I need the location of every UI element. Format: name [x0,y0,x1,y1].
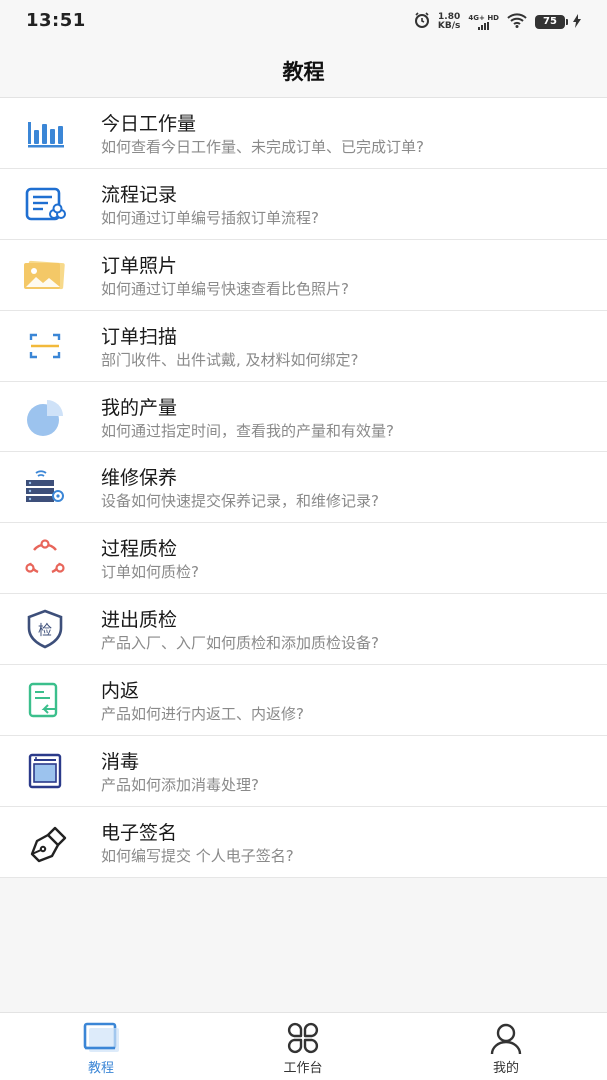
charging-icon [573,13,581,32]
tutorial-item-process-qc[interactable]: 过程质检 订单如何质检? [0,523,607,595]
cycle-icon [22,537,68,579]
process-record-icon [22,183,68,225]
shield-check-icon: 检 [22,608,68,650]
tutorial-title: 订单照片 [101,254,178,277]
cellular-signal: 4G+ HD [468,14,499,30]
tutorial-description: 如何编写提交 个人电子签名? [101,846,294,865]
tutorial-item-order-photos[interactable]: 订单照片 如何通过订单编号快速查看比色照片? [0,239,607,311]
navigation-bar: 教程 [0,44,607,98]
status-time: 13:51 [26,10,86,31]
tab-label: 我的 [492,1061,519,1076]
tutorial-book-icon [81,1021,121,1055]
page-title: 教程 [282,60,325,84]
signature-pen-icon [22,821,68,863]
tutorial-item-workload[interactable]: 今日工作量 如何查看今日工作量、未完成订单、已完成订单? [0,98,607,169]
tutorial-description: 设备如何快速提交保养记录，和维修记录? [101,492,379,511]
network-speed: 1.80 KB/s [438,13,460,31]
status-indicators: 1.80 KB/s 4G+ HD 75 [414,12,581,32]
status-bar: 13:51 1.80 KB/s 4G+ HD 75 [0,0,607,44]
tutorial-item-order-scan[interactable]: 订单扫描 部门收件、出件试戴, 及材料如何绑定? [0,310,607,382]
tutorial-title: 维修保养 [101,467,178,490]
tutorial-title: 消毒 [101,751,140,774]
signal-bars-icon [478,22,490,30]
tutorial-description: 如何查看今日工作量、未完成订单、已完成订单? [101,138,424,156]
photo-icon [22,254,68,296]
shield-glyph: 检 [38,623,52,639]
tab-tutorial[interactable]: 教程 [0,1013,202,1080]
tutorial-description: 部门收件、出件试戴, 及材料如何绑定? [101,350,359,369]
tutorial-title: 我的产量 [101,396,178,419]
tutorial-item-internal-return[interactable]: 内返 产品如何进行内返工、内返修? [0,665,607,737]
tutorial-item-process-record[interactable]: 流程记录 如何通过订单编号插叙订单流程? [0,168,607,240]
alarm-icon [414,12,430,32]
scan-icon [22,325,68,367]
tutorial-item-maintenance[interactable]: 维修保养 设备如何快速提交保养记录，和维修记录? [0,452,607,524]
sterilizer-icon [22,750,68,792]
profile-icon [486,1021,526,1055]
server-maintenance-icon [22,466,68,508]
tutorial-title: 内返 [101,680,140,703]
bottom-tab-bar: 教程 工作台 我的 [0,1012,607,1080]
tab-label: 工作台 [283,1061,323,1076]
tutorial-title: 电子签名 [101,821,178,844]
tutorial-title: 流程记录 [101,183,178,206]
pie-chart-icon [22,396,68,438]
tutorial-title: 订单扫描 [101,325,178,348]
tab-workbench[interactable]: 工作台 [202,1013,404,1080]
tutorial-description: 如何通过订单编号插叙订单流程? [101,208,319,227]
tutorial-item-my-output[interactable]: 我的产量 如何通过指定时间，查看我的产量和有效量? [0,381,607,453]
network-speed-unit: KB/s [437,21,461,31]
network-type: 4G+ HD [468,14,499,22]
tutorial-description: 产品如何进行内返工、内返修? [101,705,304,724]
tab-mine[interactable]: 我的 [405,1013,607,1080]
tutorial-list: 今日工作量 如何查看今日工作量、未完成订单、已完成订单? 流程记录 如何通过订单… [0,98,607,878]
tutorial-description: 产品入厂、入厂如何质检和添加质检设备? [101,634,379,653]
tutorial-title: 今日工作量 [101,113,197,135]
tutorial-item-disinfection[interactable]: 消毒 产品如何添加消毒处理? [0,736,607,807]
tutorial-title: 过程质检 [101,538,178,561]
tab-label: 教程 [87,1061,114,1076]
tutorial-description: 如何通过订单编号快速查看比色照片? [101,279,349,298]
tutorial-title: 进出质检 [101,609,178,632]
document-return-icon [22,679,68,721]
wifi-icon [507,12,527,32]
tutorial-description: 如何通过指定时间，查看我的产量和有效量? [101,421,394,440]
tutorial-item-e-signature[interactable]: 电子签名 如何编写提交 个人电子签名? [0,806,607,878]
tutorial-description: 订单如何质检? [101,563,199,582]
tutorial-item-inout-qc[interactable]: 检 进出质检 产品入厂、入厂如何质检和添加质检设备? [0,594,607,666]
workbench-grid-icon [283,1021,323,1055]
battery-indicator: 75 [535,15,568,29]
bar-chart-icon [22,112,68,154]
tutorial-description: 产品如何添加消毒处理? [101,776,259,795]
